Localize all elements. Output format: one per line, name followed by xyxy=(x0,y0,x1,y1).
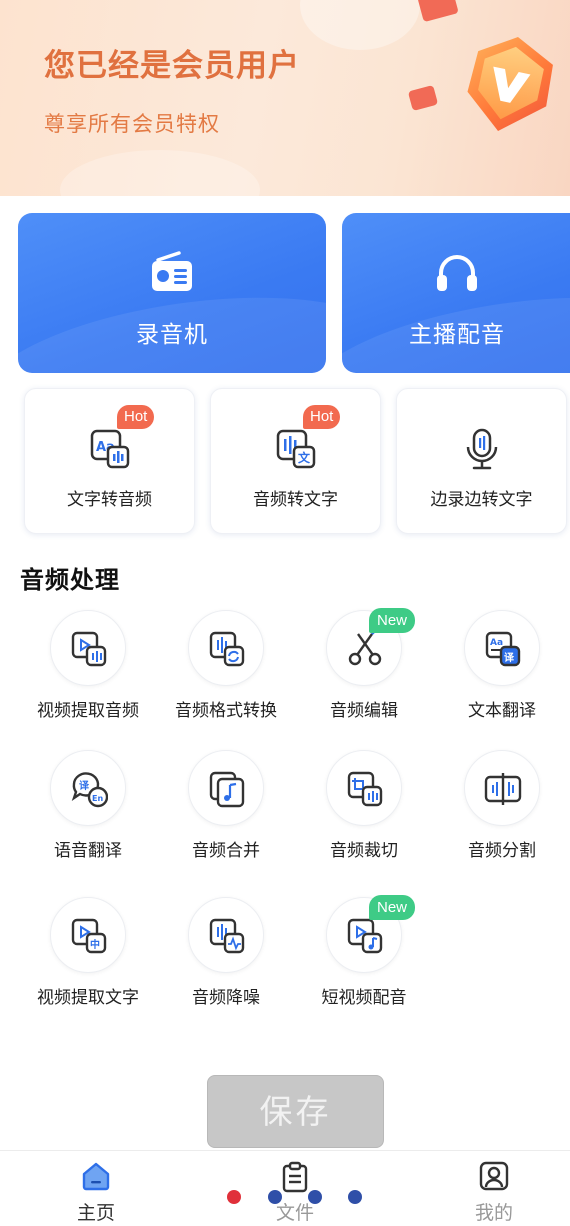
banner-decoration xyxy=(60,150,260,196)
indicator-dot xyxy=(348,1190,362,1204)
record-transcribe-label: 边录边转文字 xyxy=(430,490,533,509)
text-translate-icon: Aa 译 xyxy=(485,631,521,667)
svg-text:文: 文 xyxy=(298,450,311,465)
tool-audio-crop[interactable]: 音频裁切 xyxy=(295,750,433,870)
tool-icon-circle xyxy=(188,750,264,826)
tool-label: 视频提取文字 xyxy=(37,988,139,1007)
vip-badge-icon xyxy=(467,37,553,131)
tool-label: 音频编辑 xyxy=(330,701,398,720)
tool-audio-split[interactable]: 音频分割 xyxy=(433,750,570,870)
voice-translate-icon: 译 En xyxy=(71,772,108,808)
tool-icon-circle xyxy=(188,897,264,973)
section-title: 音频处理 xyxy=(20,567,120,594)
tool-audio-denoise[interactable]: 音频降噪 xyxy=(157,897,295,1017)
nav-label-home: 主页 xyxy=(76,1203,115,1224)
banner-title: 您已经是会员用户 xyxy=(44,48,300,83)
audio-merge-icon xyxy=(209,771,245,808)
hot-badge: Hot xyxy=(117,405,155,429)
indicator-dot xyxy=(227,1190,241,1204)
tool-icon-circle xyxy=(464,750,540,826)
dubbing-label: 主播配音 xyxy=(409,321,505,347)
tool-icon-circle xyxy=(326,750,402,826)
record-transcribe-card[interactable]: 边录边转文字 xyxy=(396,388,567,534)
banner-subtitle: 尊享所有会员特权 xyxy=(44,113,220,136)
audio-crop-icon xyxy=(347,771,383,807)
text-to-audio-card[interactable]: Aa Hot 文字转音频 xyxy=(24,388,195,534)
svg-text:译: 译 xyxy=(79,779,90,792)
tool-label: 音频合并 xyxy=(192,841,260,860)
tool-audio-format-convert[interactable]: 音频格式转换 xyxy=(157,610,295,730)
audio-to-text-label: 音频转文字 xyxy=(253,490,338,509)
tool-label: 语音翻译 xyxy=(54,841,122,860)
audio-to-text-icon: 文 xyxy=(276,429,315,469)
banner-decoration xyxy=(417,0,459,23)
audio-to-text-card[interactable]: 文 Hot 音频转文字 xyxy=(210,388,381,534)
tool-icon-circle xyxy=(188,610,264,686)
svg-text:Aa: Aa xyxy=(490,638,503,648)
recorder-label: 录音机 xyxy=(136,321,208,347)
svg-text:En: En xyxy=(92,794,103,803)
tool-voice-translate[interactable]: 译 En 语音翻译 xyxy=(19,750,157,870)
new-badge: New xyxy=(369,895,416,920)
bottom-nav: 主页 文件 我的 xyxy=(0,1150,570,1226)
tool-label: 视频提取音频 xyxy=(37,701,139,720)
new-badge: New xyxy=(369,608,416,633)
dubbing-card[interactable]: 主播配音 xyxy=(342,213,570,373)
tool-label: 音频分割 xyxy=(468,841,536,860)
tool-short-video-dub[interactable]: New 短视频配音 xyxy=(295,895,433,1017)
banner-decoration xyxy=(407,84,439,112)
svg-text:译: 译 xyxy=(504,651,515,664)
vip-banner: 您已经是会员用户 尊享所有会员特权 xyxy=(0,0,570,196)
tool-label: 短视频配音 xyxy=(321,988,407,1007)
nav-item-profile[interactable]: 我的 xyxy=(434,1151,554,1226)
tool-icon-circle: Aa 译 xyxy=(464,610,540,686)
tool-label: 音频降噪 xyxy=(192,988,260,1007)
nav-item-files[interactable]: 文件 xyxy=(235,1151,355,1226)
headphones-icon xyxy=(437,255,477,291)
audio-denoise-icon xyxy=(209,918,245,954)
tool-video-extract-text[interactable]: 中 视频提取文字 xyxy=(19,897,157,1017)
nav-label-profile: 我的 xyxy=(474,1203,513,1224)
clipboard-icon xyxy=(282,1161,308,1193)
tool-icon-circle xyxy=(50,610,126,686)
short-video-dub-icon xyxy=(347,918,383,954)
hot-badge: Hot xyxy=(303,405,341,429)
tool-audio-merge[interactable]: 音频合并 xyxy=(157,750,295,870)
banner-decoration xyxy=(300,0,420,50)
nav-label-files: 文件 xyxy=(275,1203,314,1224)
tool-icon-circle: 译 En xyxy=(50,750,126,826)
tool-audio-edit[interactable]: New 音频编辑 xyxy=(295,608,433,730)
audio-split-icon xyxy=(484,773,522,805)
svg-text:中: 中 xyxy=(90,938,100,951)
home-icon xyxy=(82,1162,110,1191)
tool-text-translate[interactable]: Aa 译 文本翻译 xyxy=(433,610,570,730)
text-to-audio-label: 文字转音频 xyxy=(67,490,152,509)
tool-label: 文本翻译 xyxy=(468,701,536,720)
microphone-icon xyxy=(466,428,497,470)
tool-label: 音频格式转换 xyxy=(175,701,277,720)
text-to-audio-icon: Aa xyxy=(90,429,129,469)
indicator-dot xyxy=(268,1190,282,1204)
video-extract-text-icon: 中 xyxy=(71,918,107,954)
nav-item-home[interactable]: 主页 xyxy=(36,1151,156,1226)
recorder-card[interactable]: 录音机 xyxy=(18,213,326,373)
indicator-dot xyxy=(308,1190,322,1204)
scissors-icon xyxy=(348,630,382,666)
radio-icon xyxy=(152,251,192,291)
tool-video-extract-audio[interactable]: 视频提取音频 xyxy=(19,610,157,730)
video-extract-audio-icon xyxy=(71,631,107,667)
tool-label: 音频裁切 xyxy=(330,841,398,860)
profile-icon xyxy=(479,1161,509,1191)
save-button[interactable]: 保存 xyxy=(207,1075,384,1148)
tool-icon-circle: 中 xyxy=(50,897,126,973)
audio-format-convert-icon xyxy=(209,631,245,667)
